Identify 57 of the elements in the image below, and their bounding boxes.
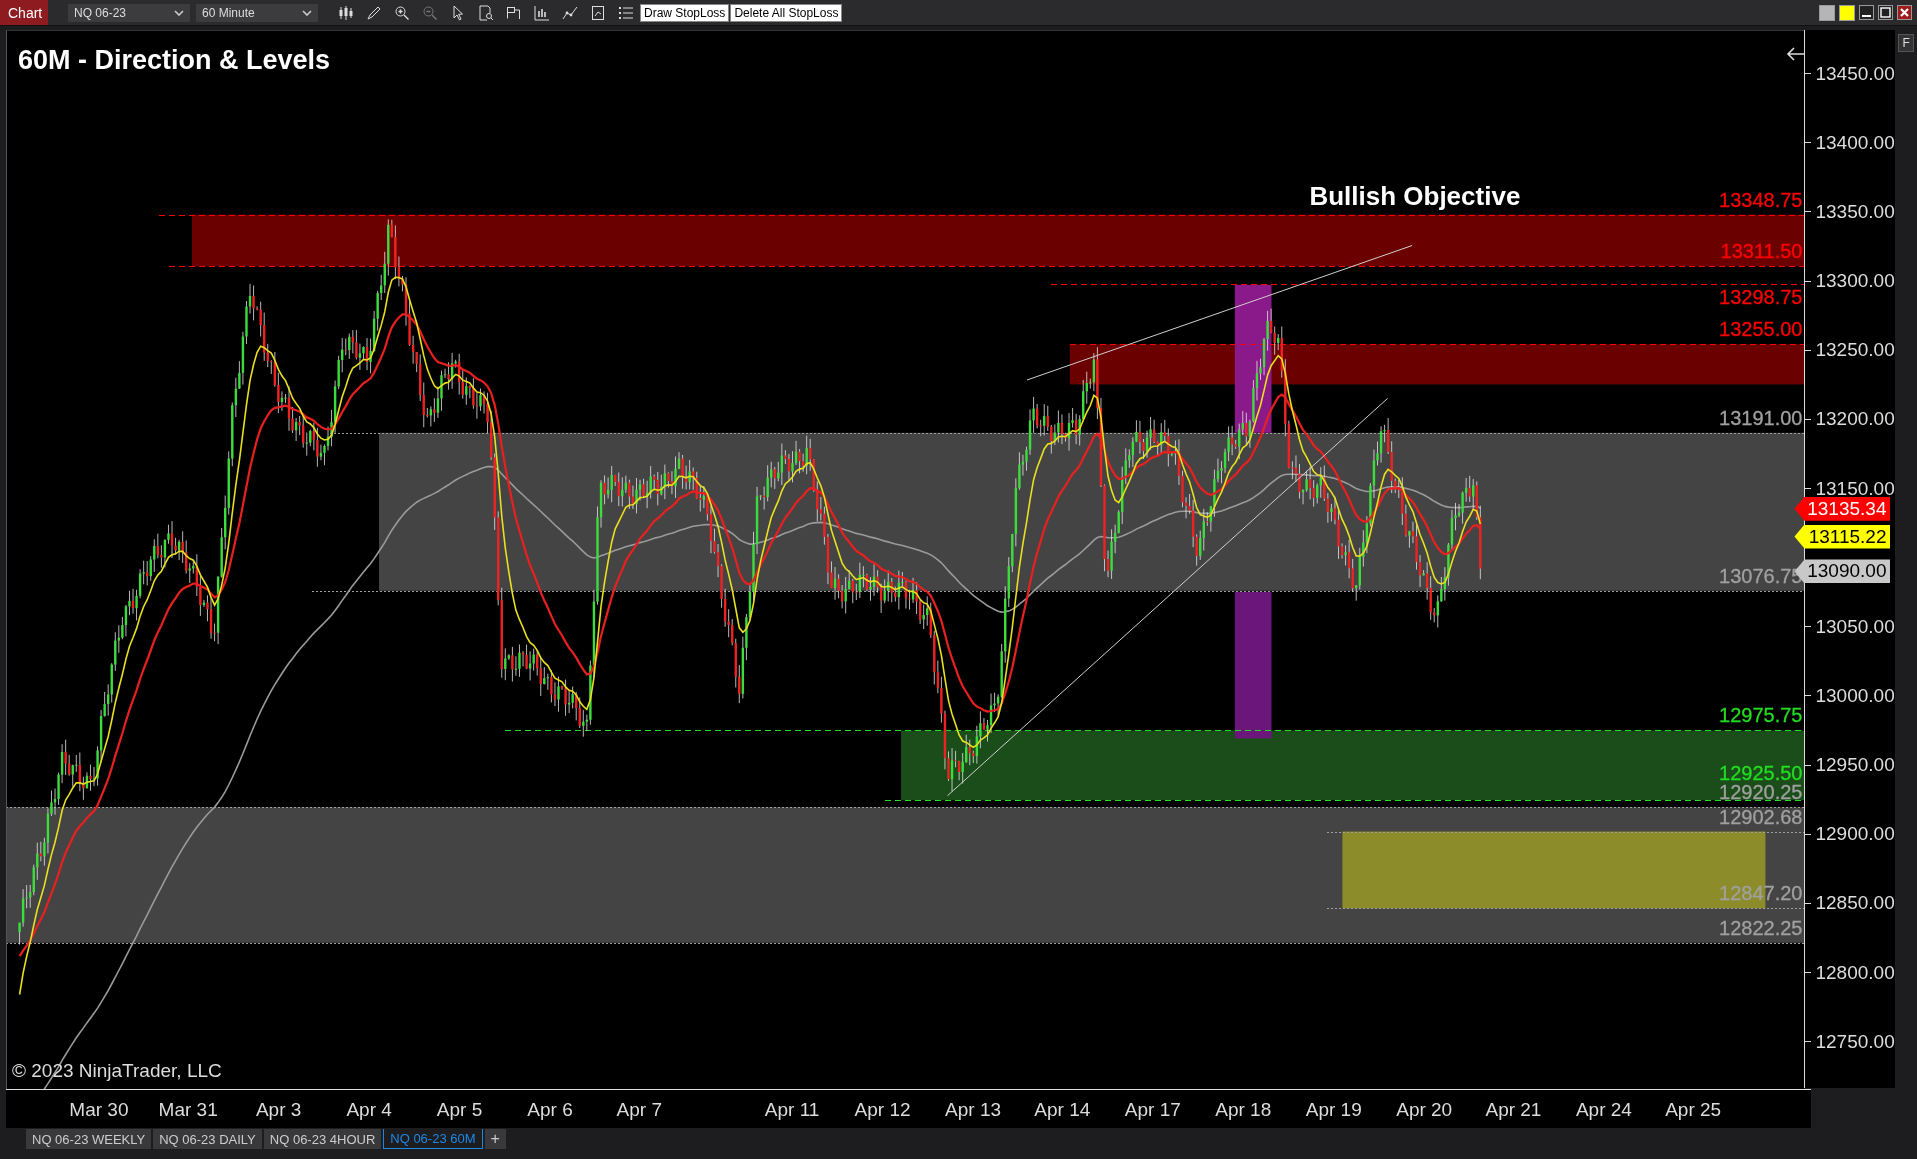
- date-axis-label: Apr 18: [1215, 1099, 1272, 1121]
- price-axis-label: 13350.00: [1815, 200, 1895, 223]
- level-label: 13255.00: [1719, 319, 1803, 341]
- date-axis-label: Apr 14: [1034, 1099, 1091, 1121]
- date-axis-label: Apr 17: [1124, 1099, 1181, 1121]
- level-label: 12920.25: [1719, 782, 1803, 804]
- chart-title: 60M - Direction & Levels: [18, 45, 331, 76]
- date-axis-label: Mar 30: [69, 1099, 129, 1121]
- price-axis-label: 13000.00: [1815, 684, 1895, 707]
- level-label: 13311.50: [1720, 241, 1803, 263]
- chart-button[interactable]: Chart: [0, 0, 48, 25]
- toolbar-button[interactable]: Delete All StopLoss: [730, 3, 843, 22]
- level-label: 12975.75: [1719, 705, 1803, 727]
- date-axis-label: Apr 25: [1665, 1099, 1722, 1121]
- level-label: 12925.50: [1719, 762, 1803, 784]
- price-tag: 13135.34: [1794, 496, 1891, 521]
- price-axis-label: 12900.00: [1815, 823, 1895, 846]
- date-axis-label: Apr 3: [255, 1099, 302, 1121]
- level-label: 13348.75: [1719, 189, 1803, 211]
- date-axis-label: Apr 4: [346, 1099, 392, 1121]
- chart-tab[interactable]: NQ 06-23 DAILY: [153, 1129, 262, 1149]
- price-axis-label: 13450.00: [1815, 62, 1895, 85]
- level-label: 12902.68: [1719, 806, 1803, 828]
- price-axis-label: 13250.00: [1815, 339, 1895, 362]
- price-axis-label: 13400.00: [1815, 131, 1895, 154]
- price-axis-label: 12850.00: [1815, 892, 1895, 915]
- price-axis-label: 13300.00: [1815, 270, 1895, 293]
- instrument-dropdown[interactable]: NQ 06-23: [68, 3, 190, 22]
- toolbar-button[interactable]: Draw StopLoss: [640, 3, 730, 22]
- level-label: 13191.00: [1719, 407, 1803, 429]
- side-button[interactable]: F: [1898, 34, 1915, 52]
- level-label: 13076.75: [1719, 565, 1803, 587]
- chart-tab[interactable]: NQ 06-23 4HOUR: [263, 1129, 382, 1149]
- chart-tab[interactable]: NQ 06-23 60M: [383, 1129, 483, 1149]
- annotation-label: Bullish Objective: [1309, 180, 1521, 212]
- date-axis-label: Apr 13: [945, 1099, 1002, 1121]
- date-axis-label: Apr 20: [1396, 1099, 1453, 1121]
- interval-dropdown[interactable]: 60 Minute: [196, 3, 318, 22]
- price-axis-label: 13050.00: [1815, 615, 1895, 638]
- date-axis-label: Apr 5: [436, 1099, 483, 1121]
- date-axis-label: Apr 12: [854, 1099, 911, 1121]
- price-tag: 13115.22: [1794, 524, 1891, 549]
- chart-tab[interactable]: NQ 06-23 WEEKLY: [26, 1129, 152, 1149]
- date-axis-label: Apr 11: [764, 1099, 820, 1121]
- date-axis-label: Mar 31: [158, 1099, 218, 1121]
- date-axis-label: Apr 21: [1485, 1099, 1542, 1121]
- price-axis-label: 12800.00: [1815, 961, 1895, 984]
- date-axis-label: Apr 24: [1575, 1099, 1632, 1121]
- level-label: 12822.25: [1719, 917, 1803, 939]
- date-axis-label: Apr 7: [616, 1099, 662, 1121]
- date-axis-label: Apr 6: [527, 1099, 573, 1121]
- price-axis-label: 13200.00: [1815, 408, 1895, 431]
- price-axis-label: 12950.00: [1815, 754, 1895, 777]
- add-tab-button[interactable]: +: [484, 1129, 506, 1149]
- date-axis-label: Apr 19: [1305, 1099, 1362, 1121]
- level-label: 13298.75: [1719, 286, 1803, 308]
- price-axis-label: 12750.00: [1815, 1030, 1895, 1053]
